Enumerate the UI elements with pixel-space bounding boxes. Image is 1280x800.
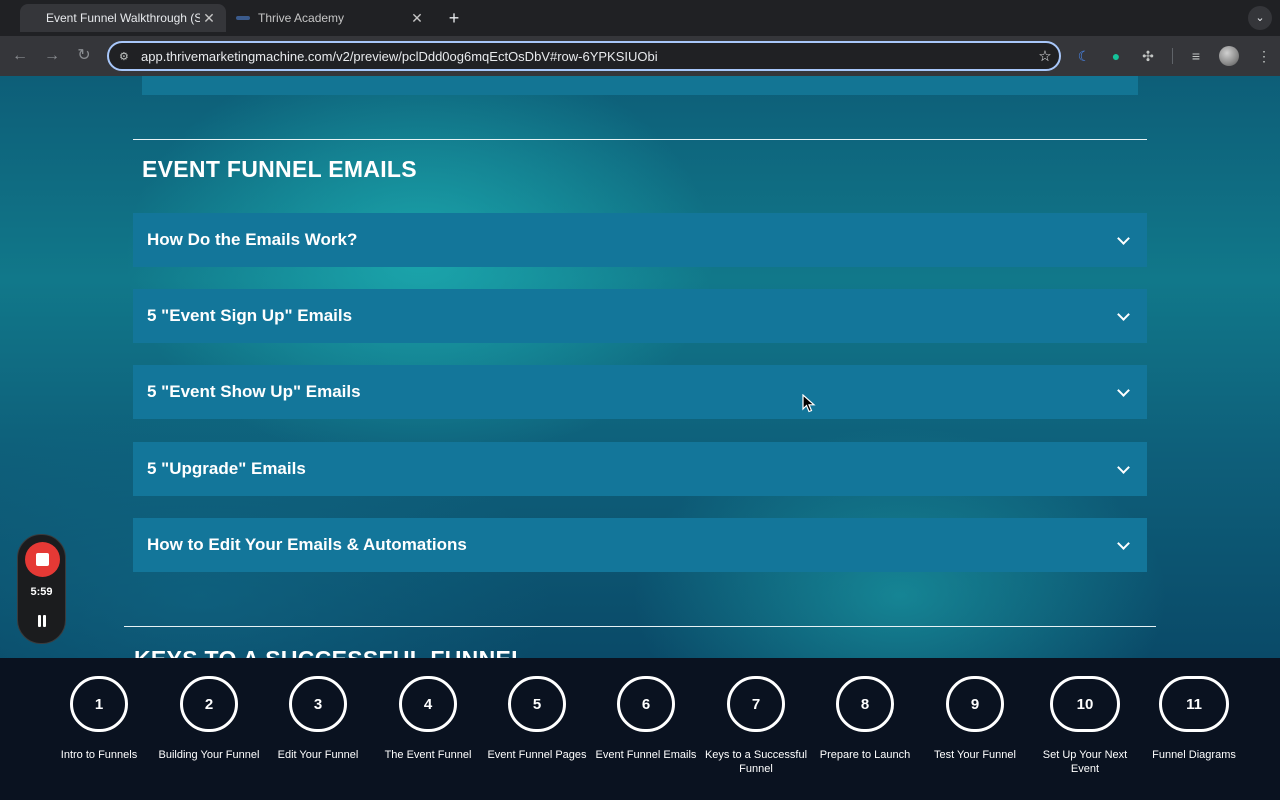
more-menu-icon[interactable]: ⋮: [1252, 44, 1276, 68]
close-tab-icon[interactable]: ✕: [408, 10, 426, 27]
tab-title: Thrive Academy: [258, 11, 345, 25]
media-controls-icon[interactable]: ≡: [1184, 44, 1208, 68]
chevron-down-icon[interactable]: [1107, 442, 1147, 496]
step-8-prepare-to-launch[interactable]: 8 Prepare to Launch: [810, 658, 920, 800]
profile-avatar[interactable]: [1219, 46, 1239, 66]
accordion-label: How to Edit Your Emails & Automations: [147, 535, 467, 554]
section-divider: [124, 626, 1156, 627]
bookmark-star-icon[interactable]: ☆: [1031, 47, 1059, 65]
step-number: 9: [946, 676, 1004, 732]
step-10-set-up-next-event[interactable]: 10 Set Up Your Next Event: [1030, 658, 1140, 800]
step-2-building-your-funnel[interactable]: 2 Building Your Funnel: [154, 658, 264, 800]
recording-timer: 5:59: [30, 586, 53, 598]
address-bar[interactable]: ⚙ app.thrivemarketingmachine.com/v2/prev…: [107, 41, 1061, 71]
step-7-keys-to-successful-funnel[interactable]: 7 Keys to a Successful Funnel: [701, 658, 811, 800]
pause-icon[interactable]: [35, 614, 49, 628]
step-number: 1: [70, 676, 128, 732]
accordion-upgrade-emails[interactable]: 5 "Upgrade" Emails: [133, 442, 1147, 496]
close-tab-icon[interactable]: ✕: [200, 10, 218, 27]
browser-tab-strip: Event Funnel Walkthrough (S ✕ Thrive Aca…: [0, 0, 1280, 36]
stop-recording-button[interactable]: [25, 542, 60, 577]
browser-toolbar: ← → ↻ ⚙ app.thrivemarketingmachine.com/v…: [0, 36, 1280, 76]
accordion-label: 5 "Upgrade" Emails: [147, 459, 306, 478]
chevron-down-icon[interactable]: [1107, 289, 1147, 343]
step-label: Set Up Your Next Event: [1042, 749, 1128, 775]
forward-arrow-icon[interactable]: →: [40, 44, 64, 68]
extension-c-icon[interactable]: ☾: [1072, 44, 1096, 68]
section-title: EVENT FUNNEL EMAILS: [142, 156, 417, 182]
grammarly-extension-icon[interactable]: ●: [1104, 44, 1128, 68]
toolbar-divider: [1172, 48, 1173, 64]
mouse-cursor-icon: [802, 394, 816, 413]
url-text[interactable]: app.thrivemarketingmachine.com/v2/previe…: [141, 49, 1031, 64]
step-number: 4: [399, 676, 457, 732]
step-label: Prepare to Launch: [819, 749, 911, 761]
step-label: Building Your Funnel: [158, 749, 260, 761]
screen-recorder-widget: 5:59: [17, 534, 66, 644]
step-1-intro-to-funnels[interactable]: 1 Intro to Funnels: [44, 658, 154, 800]
step-number: 3: [289, 676, 347, 732]
step-navigation-bar: 1 Intro to Funnels 2 Building Your Funne…: [0, 658, 1280, 800]
next-section-title: KEYS TO A SUCCESSFUL FUNNEL: [134, 646, 525, 658]
step-number: 11: [1159, 676, 1229, 732]
chevron-down-icon[interactable]: [1107, 213, 1147, 267]
previous-accordion-bottom: [142, 76, 1138, 95]
step-number: 8: [836, 676, 894, 732]
accordion-label: 5 "Event Sign Up" Emails: [147, 306, 353, 325]
accordion-event-show-up-emails[interactable]: 5 "Event Show Up" Emails: [133, 365, 1147, 419]
tab-thrive-academy[interactable]: Thrive Academy ✕: [226, 4, 434, 32]
thrive-favicon-icon: [236, 16, 250, 20]
chevron-down-icon[interactable]: [1107, 365, 1147, 419]
step-label: Keys to a Successful Funnel: [704, 749, 808, 775]
chevron-down-icon[interactable]: [1107, 518, 1147, 572]
new-tab-plus-icon[interactable]: +: [442, 6, 466, 30]
step-label: Event Funnel Emails: [595, 749, 697, 761]
step-number: 6: [617, 676, 675, 732]
step-number: 2: [180, 676, 238, 732]
accordion-label: How Do the Emails Work?: [147, 230, 358, 249]
step-label: Edit Your Funnel: [277, 749, 359, 761]
step-label: Test Your Funnel: [934, 749, 1016, 761]
tab-title: Event Funnel Walkthrough (S: [46, 11, 200, 25]
reload-icon[interactable]: ↻: [72, 44, 96, 68]
step-11-funnel-diagrams[interactable]: 11 Funnel Diagrams: [1139, 658, 1249, 800]
accordion-edit-emails-automations[interactable]: How to Edit Your Emails & Automations: [133, 518, 1147, 572]
tab-search-chevron-icon[interactable]: ⌄: [1248, 6, 1272, 30]
extensions-puzzle-icon[interactable]: ✣: [1136, 44, 1160, 68]
step-label: Intro to Funnels: [60, 749, 138, 761]
step-label: The Event Funnel: [384, 749, 472, 761]
step-9-test-your-funnel[interactable]: 9 Test Your Funnel: [920, 658, 1030, 800]
accordion-event-sign-up-emails[interactable]: 5 "Event Sign Up" Emails: [133, 289, 1147, 343]
site-settings-icon[interactable]: ⚙: [119, 50, 135, 63]
step-label: Event Funnel Pages: [487, 749, 587, 761]
step-6-event-funnel-emails[interactable]: 6 Event Funnel Emails: [591, 658, 701, 800]
step-number: 5: [508, 676, 566, 732]
tab-event-funnel-walkthrough[interactable]: Event Funnel Walkthrough (S ✕: [20, 4, 226, 32]
accordion-label: 5 "Event Show Up" Emails: [147, 382, 361, 401]
step-4-the-event-funnel[interactable]: 4 The Event Funnel: [373, 658, 483, 800]
step-label: Funnel Diagrams: [1152, 749, 1236, 761]
step-3-edit-your-funnel[interactable]: 3 Edit Your Funnel: [263, 658, 373, 800]
step-number: 7: [727, 676, 785, 732]
back-arrow-icon[interactable]: ←: [8, 44, 32, 68]
accordion-how-emails-work[interactable]: How Do the Emails Work?: [133, 213, 1147, 267]
page-viewport: EVENT FUNNEL EMAILS How Do the Emails Wo…: [0, 76, 1280, 658]
step-5-event-funnel-pages[interactable]: 5 Event Funnel Pages: [482, 658, 592, 800]
step-number: 10: [1050, 676, 1120, 732]
section-divider: [133, 139, 1147, 140]
